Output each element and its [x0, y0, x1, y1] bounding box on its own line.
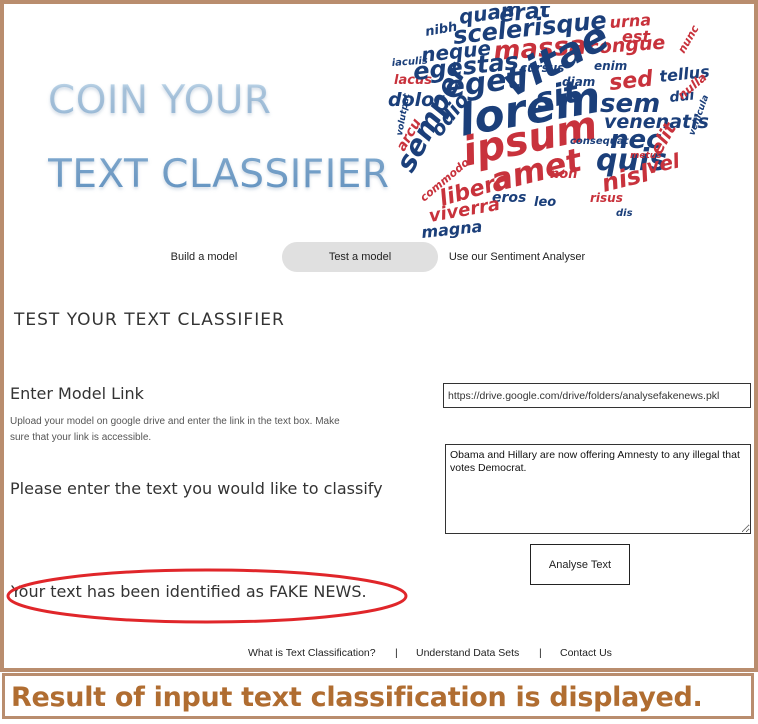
- logo-line-2: TEXT CLASSIFIER: [48, 152, 390, 197]
- word-cloud-image: quamerat urnanibhscelerisque estneque massa…: [388, 6, 711, 238]
- word-cloud-word: metus: [630, 151, 662, 161]
- word-cloud-word: leo: [534, 195, 556, 210]
- footer-link-text-classification[interactable]: What is Text Classification?: [248, 647, 376, 659]
- word-cloud-word: nunc: [675, 23, 702, 56]
- main-nav: Build a model Test a model Use our Senti…: [4, 242, 758, 272]
- logo-line-1: COIN YOUR: [48, 78, 272, 123]
- result-highlight-ellipse: [6, 568, 408, 624]
- word-cloud-word: dis: [616, 208, 633, 219]
- nav-test-model[interactable]: Test a model: [282, 242, 438, 272]
- model-link-help-text: Upload your model on google drive and en…: [10, 416, 340, 443]
- footer-separator: |: [395, 647, 398, 659]
- annotation-caption: Result of input text classification is d…: [11, 682, 703, 713]
- word-cloud-word: non: [550, 167, 577, 182]
- nav-sentiment-analyser[interactable]: Use our Sentiment Analyser: [442, 242, 592, 272]
- page-frame: COIN YOUR TEXT CLASSIFIER quam erat urna ni…: [0, 0, 758, 672]
- word-cloud-word: consequat: [570, 136, 630, 147]
- model-link-input[interactable]: [443, 383, 751, 408]
- footer-link-data-sets[interactable]: Understand Data Sets: [416, 647, 519, 659]
- footer-link-contact-us[interactable]: Contact Us: [560, 647, 612, 659]
- classify-text-input[interactable]: Obama and Hillary are now offering Amnes…: [445, 444, 751, 534]
- footer-separator: |: [539, 647, 542, 659]
- classify-text-label: Please enter the text you would like to …: [10, 479, 383, 498]
- page-title: TEST YOUR TEXT CLASSIFIER: [14, 310, 285, 330]
- word-cloud-word: diam: [562, 75, 595, 89]
- model-link-label: Enter Model Link: [10, 384, 144, 403]
- app-logo: COIN YOUR TEXT CLASSIFIER: [48, 64, 389, 212]
- word-cloud-word: risus: [590, 191, 623, 205]
- nav-build-model[interactable]: Build a model: [154, 242, 254, 272]
- annotation-caption-box: Result of input text classification is d…: [2, 673, 754, 719]
- word-cloud-word: cursus: [520, 61, 564, 75]
- analyse-text-button[interactable]: Analyse Text: [530, 544, 630, 585]
